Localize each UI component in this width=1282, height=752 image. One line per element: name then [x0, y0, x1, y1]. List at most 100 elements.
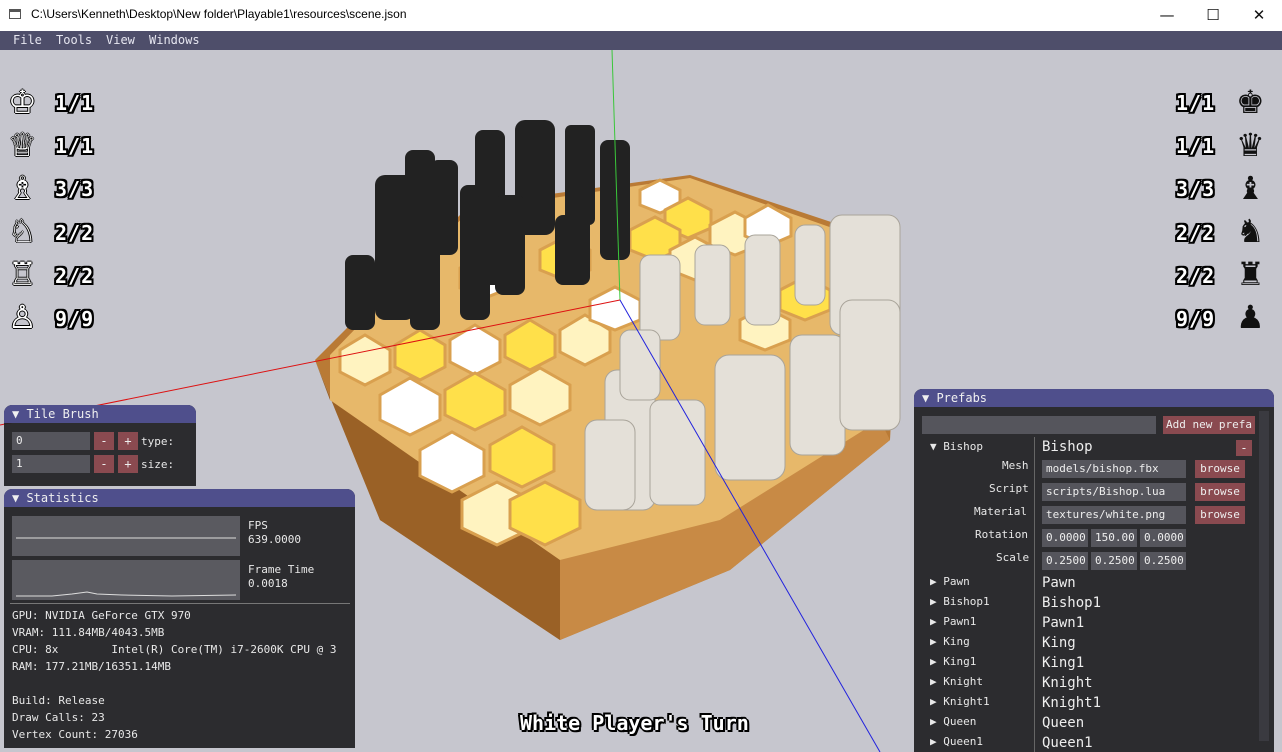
menu-tools[interactable]: Tools — [56, 33, 92, 47]
white-rook-count: 2/2 — [55, 264, 95, 288]
white-king-icon: ♔ — [8, 83, 37, 121]
prefabs-header[interactable]: ▼ Prefabs — [914, 389, 1274, 407]
script-field[interactable]: scripts/Bishop.lua — [1042, 483, 1186, 501]
minimize-button[interactable]: — — [1144, 0, 1190, 31]
ram-info: RAM: 177.21MB/16351.14MB — [12, 660, 171, 673]
white-knight-count: 2/2 — [55, 221, 95, 245]
statistics-header[interactable]: ▼ Statistics — [4, 489, 355, 507]
menu-file[interactable]: File — [13, 33, 42, 47]
white-rook-icon: ♖ — [8, 255, 37, 293]
title-bar: C:\Users\Kenneth\Desktop\New folder\Play… — [0, 0, 1282, 32]
black-knight-icon: ♞ — [1236, 212, 1265, 250]
prefab-tree-item[interactable]: ▶ Pawn1 — [930, 615, 976, 628]
statistics-panel: ▼ Statistics FPS 639.0000 Frame Time 0.0… — [4, 489, 355, 748]
tile-type-decrement-button[interactable]: - — [94, 432, 114, 450]
divider — [10, 603, 350, 604]
tile-type-input[interactable]: 0 — [12, 432, 90, 450]
tile-brush-panel: ▼ Tile Brush 0 - + type: 1 - + size: — [4, 405, 196, 486]
tile-size-increment-button[interactable]: + — [118, 455, 138, 473]
prefab-tree-bishop[interactable]: ▼ Bishop — [930, 440, 983, 453]
tile-size-decrement-button[interactable]: - — [94, 455, 114, 473]
prefab-tree-item[interactable]: ▶ Queen1 — [930, 735, 983, 748]
rotation-z-field[interactable]: 0.0000 — [1140, 529, 1186, 547]
black-bishop-icon: ♝ — [1236, 169, 1265, 207]
mesh-label: Mesh — [1002, 459, 1029, 472]
tree-separator — [1034, 437, 1035, 752]
white-bishop-count: 3/3 — [55, 177, 95, 201]
frame-time-label: Frame Time — [248, 563, 315, 576]
tile-type-increment-button[interactable]: + — [118, 432, 138, 450]
menu-bar: File Tools View Windows — [0, 31, 1282, 50]
rotation-y-field[interactable]: 150.00 — [1091, 529, 1137, 547]
scale-y-field[interactable]: 0.2500 — [1091, 552, 1137, 570]
tile-brush-title: Tile Brush — [26, 407, 99, 421]
vram-info: VRAM: 111.84MB/4043.5MB — [12, 626, 165, 639]
prefab-tree-item[interactable]: ▶ King1 — [930, 655, 976, 668]
app-icon — [9, 9, 21, 19]
prefab-list-item[interactable]: King1 — [1042, 655, 1084, 671]
prefab-tree-item[interactable]: ▶ Knight — [930, 675, 983, 688]
prefabs-panel: ▼ Prefabs Add new prefa ▼ Bishop Bishop … — [914, 389, 1274, 752]
black-bishop-count: 3/3 — [1176, 177, 1216, 201]
scale-x-field[interactable]: 0.2500 — [1042, 552, 1088, 570]
black-king-icon: ♚ — [1236, 83, 1265, 121]
prefab-list-item[interactable]: Queen1 — [1042, 735, 1093, 751]
fps-graph — [12, 516, 240, 556]
scale-z-field[interactable]: 0.2500 — [1140, 552, 1186, 570]
prefab-tree-item[interactable]: ▶ Knight1 — [930, 695, 990, 708]
white-bishop-icon: ♗ — [8, 169, 37, 207]
rotation-x-field[interactable]: 0.0000 — [1042, 529, 1088, 547]
prefab-list-item[interactable]: Queen — [1042, 715, 1084, 731]
white-pawn-count: 9/9 — [55, 307, 95, 331]
black-rook-icon: ♜ — [1236, 255, 1265, 293]
mesh-browse-button[interactable]: browse — [1195, 460, 1245, 478]
prefab-tree-item[interactable]: ▶ Bishop1 — [930, 595, 990, 608]
prefab-list-item[interactable]: Pawn — [1042, 575, 1076, 591]
prefab-list-item[interactable]: Knight1 — [1042, 695, 1101, 711]
prefab-tree-bishop-label: Bishop — [943, 440, 983, 453]
black-pawn-count: 9/9 — [1176, 307, 1216, 331]
prefab-list-item[interactable]: Bishop1 — [1042, 595, 1101, 611]
remove-prefab-button[interactable]: - — [1236, 440, 1252, 456]
black-knight-count: 2/2 — [1176, 221, 1216, 245]
fps-value: 639.0000 — [248, 533, 301, 546]
close-button[interactable]: ✕ — [1236, 0, 1282, 31]
prefabs-title: Prefabs — [936, 391, 988, 405]
mesh-field[interactable]: models/bishop.fbx — [1042, 460, 1186, 478]
prefab-tree-item[interactable]: ▶ King — [930, 635, 970, 648]
fps-label: FPS — [248, 519, 268, 532]
menu-windows[interactable]: Windows — [149, 33, 200, 47]
scale-label: Scale — [996, 551, 1030, 564]
menu-view[interactable]: View — [106, 33, 135, 47]
material-field[interactable]: textures/white.png — [1042, 506, 1186, 524]
turn-indicator: White Player's Turn — [520, 711, 749, 735]
maximize-button[interactable]: ☐ — [1190, 0, 1236, 31]
prefab-list-item[interactable]: Pawn1 — [1042, 615, 1084, 631]
script-browse-button[interactable]: browse — [1195, 483, 1245, 501]
black-rook-count: 2/2 — [1176, 264, 1216, 288]
tile-brush-header[interactable]: ▼ Tile Brush — [4, 405, 196, 423]
white-king-count: 1/1 — [55, 91, 95, 115]
white-queen-count: 1/1 — [55, 134, 95, 158]
prefab-tree-item[interactable]: ▶ Pawn — [930, 575, 970, 588]
black-queen-count: 1/1 — [1176, 134, 1216, 158]
tile-size-input[interactable]: 1 — [12, 455, 90, 473]
cpu-info: CPU: 8x Intel(R) Core(TM) i7-2600K CPU @… — [12, 643, 337, 656]
prefab-search-input[interactable] — [922, 416, 1156, 434]
prefabs-scrollbar[interactable] — [1259, 411, 1269, 741]
material-browse-button[interactable]: browse — [1195, 506, 1245, 524]
black-pawn-icon: ♟ — [1236, 298, 1265, 336]
tile-type-label: type: — [141, 435, 175, 448]
draw-calls-info: Draw Calls: 23 — [12, 711, 105, 724]
prefab-list-item[interactable]: Knight — [1042, 675, 1093, 691]
add-prefab-button[interactable]: Add new prefa — [1163, 416, 1255, 434]
vertex-count-info: Vertex Count: 27036 — [12, 728, 138, 741]
prefab-tree-item[interactable]: ▶ Queen — [930, 715, 976, 728]
black-king-count: 1/1 — [1176, 91, 1216, 115]
script-label: Script — [989, 482, 1029, 495]
build-info: Build: Release — [12, 694, 105, 707]
white-pawn-icon: ♙ — [8, 298, 37, 336]
rotation-label: Rotation — [975, 528, 1028, 541]
prefab-list-item[interactable]: King — [1042, 635, 1076, 651]
frame-time-value: 0.0018 — [248, 577, 288, 590]
